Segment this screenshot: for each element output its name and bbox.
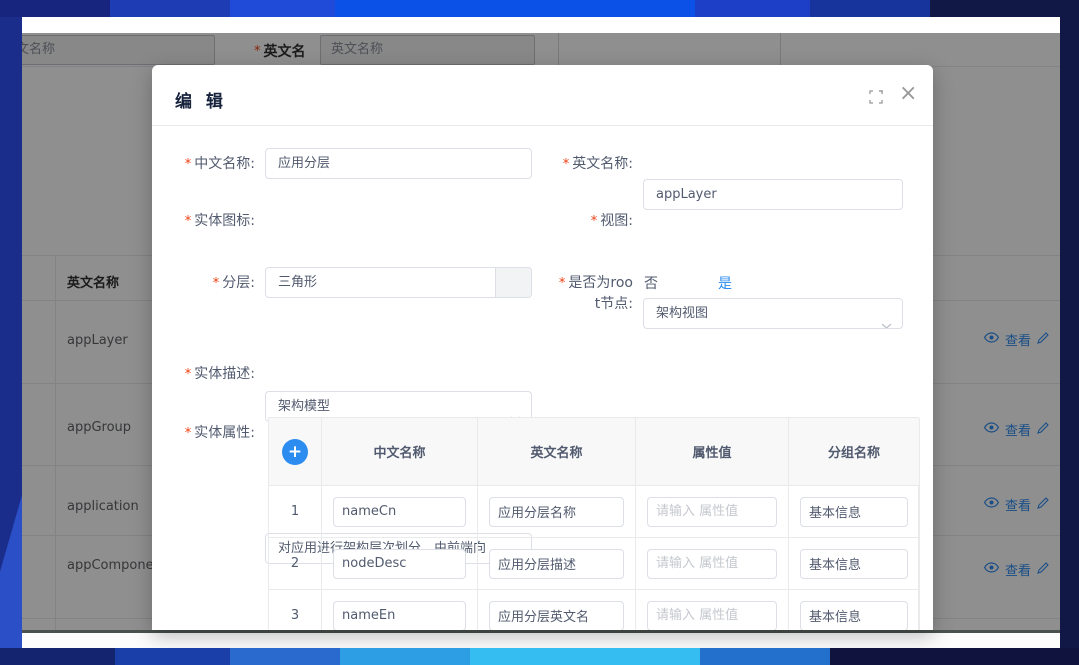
close-icon[interactable]: ×: [899, 83, 917, 105]
edit-dialog: 编 辑 × *中文名称: 应用分层 *英文名称: appLayer *实体图标:…: [152, 65, 933, 630]
field-label-name-cn: *中文名称:: [152, 154, 255, 175]
desktop: 中文名称 * 英文名 英文名称 英文名称 appLayer appGroup a…: [0, 0, 1079, 665]
name-cn-input[interactable]: 应用分层: [265, 148, 532, 179]
view-select[interactable]: 架构视图: [643, 298, 903, 329]
attr-name-en-input[interactable]: [489, 549, 624, 579]
page-bottom-strip: [22, 633, 1060, 648]
name-en-input[interactable]: appLayer: [643, 179, 903, 210]
attr-value-input[interactable]: [647, 549, 777, 579]
toggle-off-label: 否: [644, 273, 658, 293]
field-label-entity-desc: *实体描述:: [152, 364, 255, 385]
attr-value-input[interactable]: [647, 601, 777, 631]
toggle-on-label: 是: [718, 273, 732, 293]
attr-group-input[interactable]: [800, 601, 908, 631]
wallpaper-bottom-band: [0, 648, 1079, 665]
field-label-entity-attrs: *实体属性:: [152, 423, 255, 444]
chevron-down-icon: [881, 311, 892, 329]
entity-icon-input[interactable]: 三角形: [265, 267, 532, 298]
attr-row-index: 1: [269, 486, 322, 538]
field-label-is-root: *是否为root节点:: [557, 273, 633, 314]
attr-name-en-input[interactable]: [489, 601, 624, 631]
field-label-view: *视图:: [517, 211, 633, 232]
attr-name-cn-input[interactable]: [333, 549, 466, 579]
attribute-table: + 中文名称 英文名称 属性值 分组名称 1 2 3: [268, 417, 919, 630]
field-label-entity-icon: *实体图标:: [152, 211, 255, 232]
attr-row-index: 2: [269, 538, 322, 590]
icon-picker-addon[interactable]: [495, 268, 531, 297]
attr-header-group: 分组名称: [789, 418, 920, 486]
attr-name-en-input[interactable]: [489, 497, 624, 527]
attr-header-name-en: 英文名称: [478, 418, 636, 486]
attr-value-input[interactable]: [647, 497, 777, 527]
field-label-layer: *分层:: [152, 273, 255, 294]
attr-row-index: 3: [269, 590, 322, 630]
app-window: 中文名称 * 英文名 英文名称 英文名称 appLayer appGroup a…: [22, 17, 1060, 648]
attr-name-cn-input[interactable]: [333, 601, 466, 631]
wallpaper-top-band: [0, 0, 1079, 17]
attr-header-name-cn: 中文名称: [322, 418, 478, 486]
header-divider: [152, 125, 933, 126]
attr-header-attr-value: 属性值: [636, 418, 789, 486]
add-attribute-button[interactable]: +: [282, 439, 308, 465]
fullscreen-icon[interactable]: [869, 89, 883, 103]
attr-group-input[interactable]: [800, 497, 908, 527]
dialog-title: 编 辑: [175, 87, 227, 112]
attr-name-cn-input[interactable]: [333, 497, 466, 527]
wallpaper-left-strip: [0, 17, 22, 648]
add-attribute-cell: +: [269, 418, 322, 486]
page-top-strip: [22, 17, 1060, 33]
wallpaper-right-strip: [1060, 17, 1079, 648]
field-label-name-en: *英文名称:: [517, 154, 633, 175]
attr-group-input[interactable]: [800, 549, 908, 579]
